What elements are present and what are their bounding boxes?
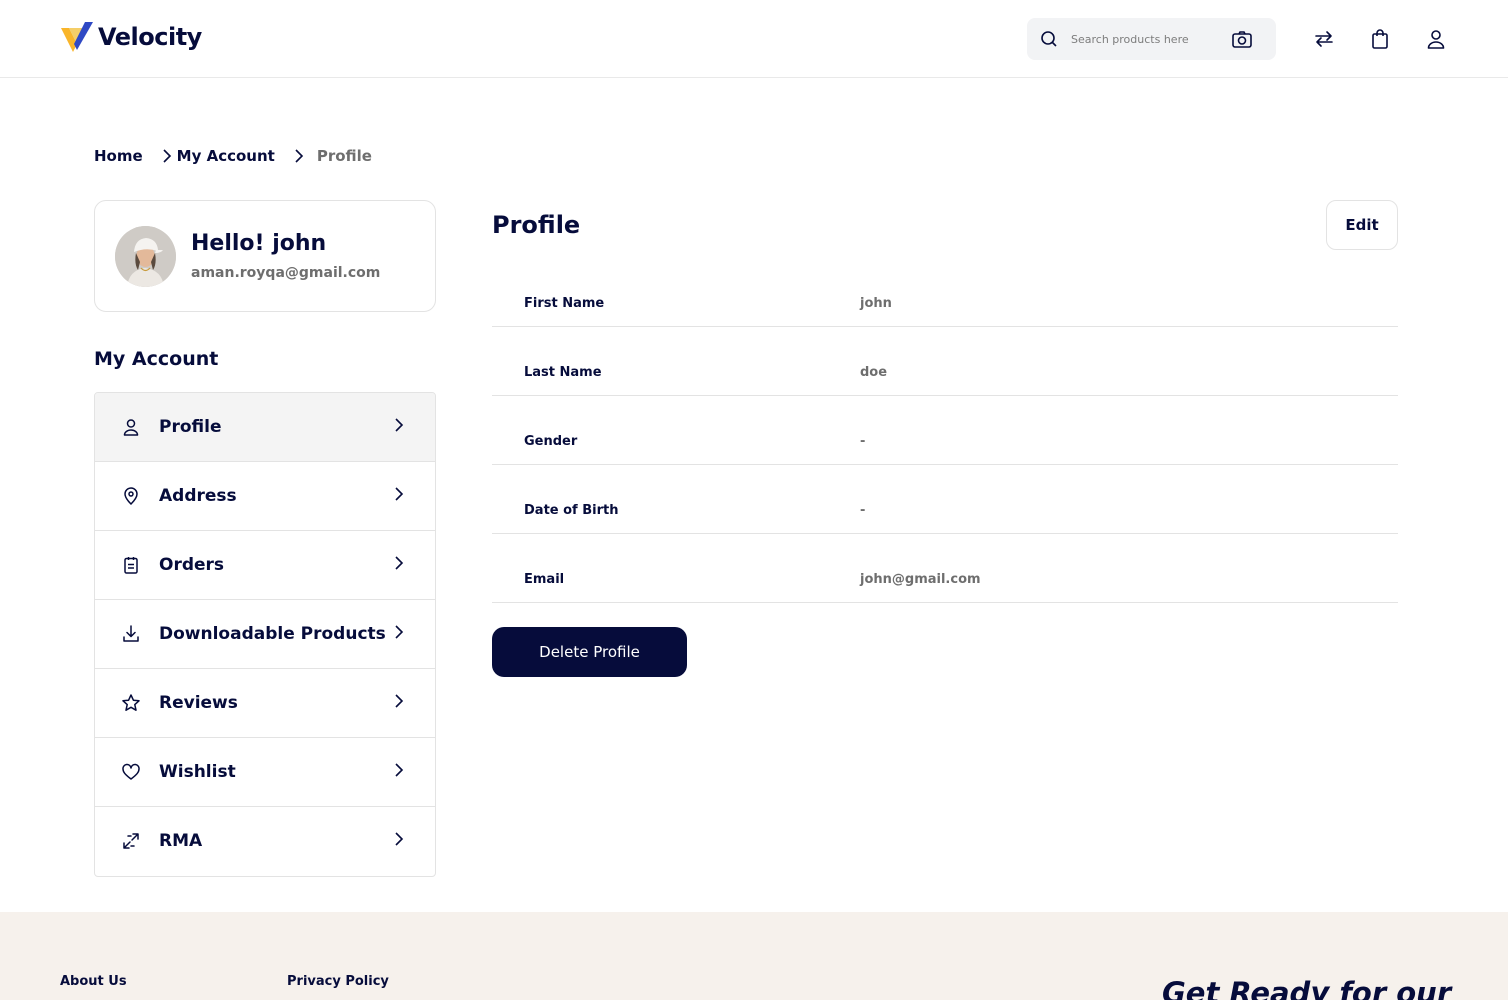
page-title: Profile xyxy=(492,211,581,239)
chevron-right-icon xyxy=(295,149,303,163)
field-label: Last Name xyxy=(524,365,602,380)
field-value: - xyxy=(860,503,866,518)
edit-button[interactable]: Edit xyxy=(1326,200,1398,250)
sidebar-item-label: Address xyxy=(159,486,237,506)
sidebar-item-label: Wishlist xyxy=(159,762,236,782)
breadcrumb-my-account[interactable]: My Account xyxy=(177,147,275,165)
account-menu: Profile Address Orders Downloadable Prod… xyxy=(94,392,436,877)
field-value: - xyxy=(860,434,866,449)
sidebar-item-label: Orders xyxy=(159,555,225,575)
search-bar[interactable] xyxy=(1027,18,1276,60)
field-row-date-of-birth: Date of Birth - xyxy=(492,465,1398,534)
my-account-heading: My Account xyxy=(94,348,219,370)
user-card: Hello! john aman.royqa@gmail.com xyxy=(94,200,436,312)
bag-icon[interactable] xyxy=(1368,27,1392,51)
chevron-right-icon xyxy=(395,418,404,432)
field-value: john@gmail.com xyxy=(860,572,981,587)
velocity-logo-icon xyxy=(61,22,93,52)
breadcrumb-current: Profile xyxy=(316,147,372,165)
sidebar-item-label: Downloadable Products xyxy=(159,624,386,644)
field-row-first-name: First Name john xyxy=(492,258,1398,327)
sidebar-item-label: Profile xyxy=(159,417,222,437)
camera-icon[interactable] xyxy=(1231,29,1253,51)
chevron-right-icon xyxy=(395,625,404,639)
field-label: First Name xyxy=(524,296,605,311)
brand-name: Velocity xyxy=(98,23,202,51)
user-icon xyxy=(123,419,139,436)
sidebar-item-orders[interactable]: Orders xyxy=(95,531,435,600)
chevron-right-icon xyxy=(395,763,404,777)
field-label: Email xyxy=(524,572,565,587)
user-icon[interactable] xyxy=(1424,27,1448,51)
chevron-right-icon xyxy=(395,832,404,846)
chevron-right-icon xyxy=(395,487,404,501)
site-footer: About Us Privacy Policy Get Ready for ou… xyxy=(0,912,1508,1000)
field-row-email: Email john@gmail.com xyxy=(492,534,1398,603)
brand-logo[interactable]: Velocity xyxy=(60,20,202,54)
star-icon xyxy=(122,694,140,711)
search-input[interactable] xyxy=(1071,28,1221,50)
breadcrumb: Home My Account Profile xyxy=(94,146,372,166)
footer-promo-heading: Get Ready for our xyxy=(1162,976,1452,1000)
field-label: Date of Birth xyxy=(524,503,619,518)
sidebar-item-rma[interactable]: RMA xyxy=(95,807,435,876)
sidebar-item-label: RMA xyxy=(159,831,203,851)
return-arrows-icon xyxy=(123,833,139,849)
site-header: Velocity xyxy=(0,0,1508,78)
sidebar-item-profile[interactable]: Profile xyxy=(95,393,435,462)
download-icon xyxy=(123,625,139,642)
field-row-gender: Gender - xyxy=(492,396,1398,465)
sidebar-item-wishlist[interactable]: Wishlist xyxy=(95,738,435,807)
chevron-right-icon xyxy=(395,694,404,708)
search-icon xyxy=(1041,31,1057,47)
avatar xyxy=(115,226,176,287)
delete-profile-button[interactable]: Delete Profile xyxy=(492,627,687,677)
location-pin-icon xyxy=(124,487,138,506)
heart-icon xyxy=(122,763,140,780)
profile-fields: First Name john Last Name doe Gender - D… xyxy=(492,258,1398,603)
sidebar-item-address[interactable]: Address xyxy=(95,462,435,531)
footer-link-privacy-policy[interactable]: Privacy Policy xyxy=(287,974,389,989)
greeting: Hello! john xyxy=(191,231,327,256)
sidebar-item-downloadable-products[interactable]: Downloadable Products xyxy=(95,600,435,669)
sidebar-item-label: Reviews xyxy=(159,693,238,713)
chevron-right-icon xyxy=(163,149,171,163)
avatar-image xyxy=(115,226,176,287)
sidebar-item-reviews[interactable]: Reviews xyxy=(95,669,435,738)
field-row-last-name: Last Name doe xyxy=(492,327,1398,396)
clipboard-icon xyxy=(124,557,138,574)
chevron-right-icon xyxy=(395,556,404,570)
field-value: john xyxy=(860,296,892,311)
breadcrumb-home[interactable]: Home xyxy=(94,147,143,165)
field-label: Gender xyxy=(524,434,578,449)
compare-icon[interactable] xyxy=(1312,27,1336,51)
field-value: doe xyxy=(860,365,888,380)
footer-link-about-us[interactable]: About Us xyxy=(60,974,127,989)
user-email: aman.royqa@gmail.com xyxy=(191,265,381,281)
